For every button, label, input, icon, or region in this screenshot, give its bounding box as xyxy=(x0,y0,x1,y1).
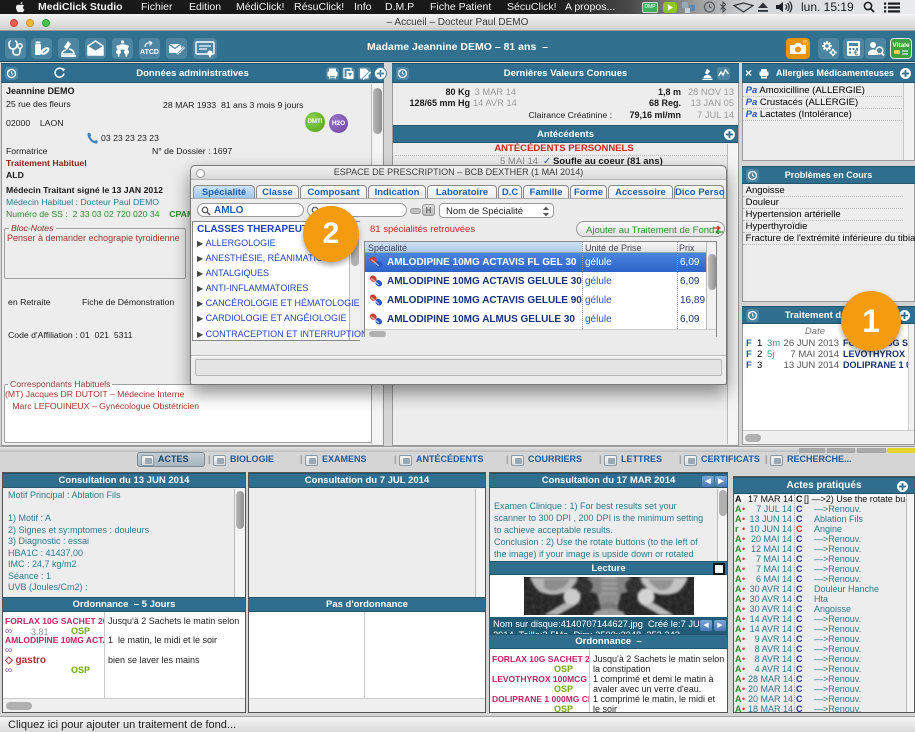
svg-text:Vitale: Vitale xyxy=(892,42,910,49)
svg-text:€: € xyxy=(854,49,859,58)
